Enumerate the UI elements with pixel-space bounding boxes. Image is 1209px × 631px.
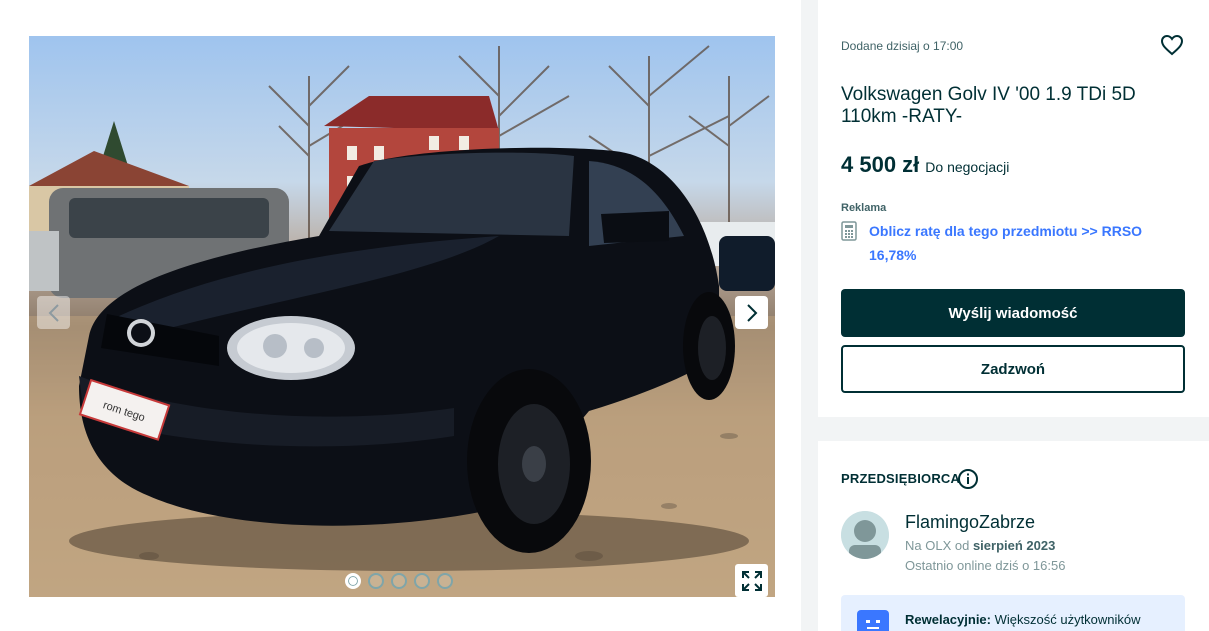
car-photo-illustration: rom tego (29, 45, 775, 597)
calculator-icon (841, 221, 857, 241)
seller-type-info-button[interactable] (957, 468, 979, 495)
call-button[interactable]: Zadzwoń (841, 345, 1185, 393)
prev-photo-button[interactable] (37, 296, 70, 329)
chevron-left-icon (48, 303, 59, 322)
photo-dot-4[interactable] (414, 573, 430, 589)
seller-card: PRZEDSIĘBIORCA FlamingoZabrze Na OLX od … (818, 441, 1209, 631)
send-message-button[interactable]: Wyślij wiadomość (841, 289, 1185, 337)
member-since: Na OLX od sierpień 2023 (905, 538, 1055, 553)
rating-description: Większość użytkowników (991, 612, 1141, 627)
seller-rating-badge: Rewelacyjnie: Większość użytkowników (841, 595, 1185, 631)
installment-calculator: Oblicz ratę dla tego przedmiotu >> RRSO … (841, 219, 1169, 267)
price-row: 4 500 zł Do negocjacji (841, 152, 1009, 178)
favorite-button[interactable] (1160, 34, 1184, 61)
heart-icon (1160, 34, 1184, 56)
seller-name[interactable]: FlamingoZabrze (905, 512, 1035, 533)
info-icon (958, 469, 978, 489)
photo-pagination (345, 573, 453, 589)
negotiable-label: Do negocjacji (925, 159, 1010, 175)
chevron-right-icon (746, 303, 757, 322)
price: 4 500 zł (841, 152, 920, 177)
member-since-date: sierpień 2023 (972, 538, 1056, 553)
car-photo[interactable]: rom tego (29, 36, 775, 597)
ad-label: Reklama (841, 202, 887, 214)
seller-type-label: PRZEDSIĘBIORCA (841, 471, 961, 486)
photo-dot-5[interactable] (437, 573, 453, 589)
photo-dot-2[interactable] (368, 573, 384, 589)
rating-face-icon (857, 610, 889, 631)
photo-dot-3[interactable] (391, 573, 407, 589)
rating-text: Rewelacyjnie: Większość użytkowników (905, 612, 1141, 627)
user-avatar-icon (841, 511, 889, 559)
avatar[interactable] (841, 511, 889, 559)
rating-face-icon-shape (866, 620, 880, 629)
listing-title: Volkswagen Golv IV '00 1.9 TDi 5D 110km … (841, 84, 1136, 127)
rating-label: Rewelacyjnie: (905, 612, 991, 627)
listing-info-card: Dodane dzisiaj o 17:00 Volkswagen Golv I… (818, 0, 1209, 417)
fullscreen-button[interactable] (735, 564, 768, 597)
next-photo-button[interactable] (735, 296, 768, 329)
date-added: Dodane dzisiaj o 17:00 (841, 39, 964, 53)
member-since-prefix: Na OLX od (905, 538, 970, 553)
gallery-card: rom tego (0, 0, 801, 631)
installment-calculator-link[interactable]: Oblicz ratę dla tego przedmiotu >> RRSO … (869, 219, 1169, 267)
photo-dot-1[interactable] (345, 573, 361, 589)
last-online: Ostatnio online dziś o 16:56 (905, 558, 1066, 573)
expand-icon (741, 570, 762, 591)
